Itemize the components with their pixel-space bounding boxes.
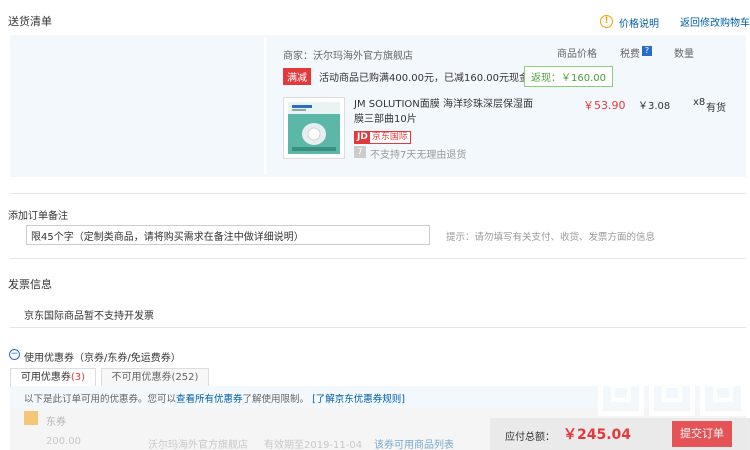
watermark-glyph: [598, 370, 644, 416]
coupon-expiry: 有效期至2019-11-04: [264, 440, 363, 450]
invoice-text: 京东国际商品暂不支持开发票: [24, 311, 154, 322]
coupon-info: 以下是此订单可用的优惠券。您可以查看所有优惠券了解使用限制。 [了解京东优惠券规…: [24, 391, 405, 405]
promo-text: 活动商品已购满400.00元，已减160.00元现金: [319, 73, 529, 84]
header-tax: 税费: [620, 49, 640, 60]
tab-unavailable-count: (252): [171, 372, 199, 383]
promo-tag: 满减: [283, 68, 311, 85]
shop-name: 商家：沃尔玛海外官方旗舰店: [283, 51, 413, 62]
header-price: 商品价格: [557, 49, 597, 60]
delivery-info-area: [12, 37, 266, 175]
order-remark-input[interactable]: [26, 225, 430, 245]
no-return-text: 不支持7天无理由退货: [370, 150, 467, 161]
total-label: 应付总额：: [505, 432, 555, 443]
divider: [10, 258, 746, 259]
coupon-icon: [24, 411, 38, 425]
delivery-title: 送货清单: [8, 15, 52, 28]
price-help-link[interactable]: 价格说明: [619, 15, 659, 30]
site-watermark: [575, 360, 750, 450]
coupon-amount: 200.00: [46, 436, 81, 447]
info-icon: !: [600, 15, 613, 28]
view-all-coupons-link[interactable]: 查看所有优惠券: [176, 394, 243, 405]
tab-unavailable-coupons[interactable]: 不可用优惠券(252): [101, 368, 209, 386]
back-to-cart-link[interactable]: 返回修改购物车: [680, 14, 750, 29]
product-tax: ￥3.08: [638, 101, 671, 112]
jd-logo-icon: JD: [355, 132, 370, 143]
divider: [10, 327, 746, 328]
coupon-info-prefix: 以下是此订单可用的优惠券。您可以: [24, 394, 177, 405]
invoice-title: 发票信息: [8, 278, 52, 291]
product-image-graphic: [288, 102, 340, 154]
watermark-glyph: [649, 370, 695, 416]
divider: [10, 193, 746, 194]
no-return-icon: 7: [354, 146, 366, 158]
coupon-title[interactable]: 使用优惠券（京券/东券/免运费券）: [24, 349, 181, 364]
tab-available-count: (3): [70, 372, 86, 383]
collapse-toggle-icon[interactable]: −: [9, 349, 20, 360]
coupon-type: 东券: [46, 417, 66, 428]
product-image[interactable]: [283, 97, 345, 159]
product-qty: x8: [693, 97, 706, 108]
tax-help-icon[interactable]: ?: [642, 46, 652, 56]
coupon-info-suffix: 了解使用限制。: [242, 394, 310, 405]
watermark-glyph: [700, 370, 746, 416]
watermark-glyph-inner: [662, 384, 682, 402]
coupon-rules-link[interactable]: [了解京东优惠券规则]: [312, 394, 405, 405]
watermark-glyph-inner: [611, 384, 631, 402]
header-qty: 数量: [674, 49, 694, 60]
product-name[interactable]: JM SOLUTION面膜 海洋珍珠深层保湿面膜三部曲10片: [354, 97, 542, 127]
jd-international-tag: JD 京东国际: [354, 131, 411, 144]
rebate-badge: 返现：￥160.00: [524, 66, 613, 87]
tab-available-coupons[interactable]: 可用优惠券(3): [10, 368, 96, 386]
watermark-glyph-inner: [713, 384, 733, 402]
remark-title: 添加订单备注: [8, 211, 68, 222]
coupon-shop: 沃尔玛海外官方旗舰店: [148, 440, 248, 450]
remark-hint: 提示：请勿填写有关支付、收货、发票方面的信息: [446, 232, 656, 243]
coupon-product-list-link[interactable]: 该券可用商品列表: [374, 436, 454, 450]
tab-available-label: 可用优惠券: [20, 372, 71, 383]
jd-international-label: 京东国际: [369, 132, 410, 143]
tab-unavailable-label: 不可用优惠券: [111, 372, 172, 383]
product-stock: 有货: [706, 103, 726, 114]
product-price: ￥53.90: [583, 99, 626, 112]
